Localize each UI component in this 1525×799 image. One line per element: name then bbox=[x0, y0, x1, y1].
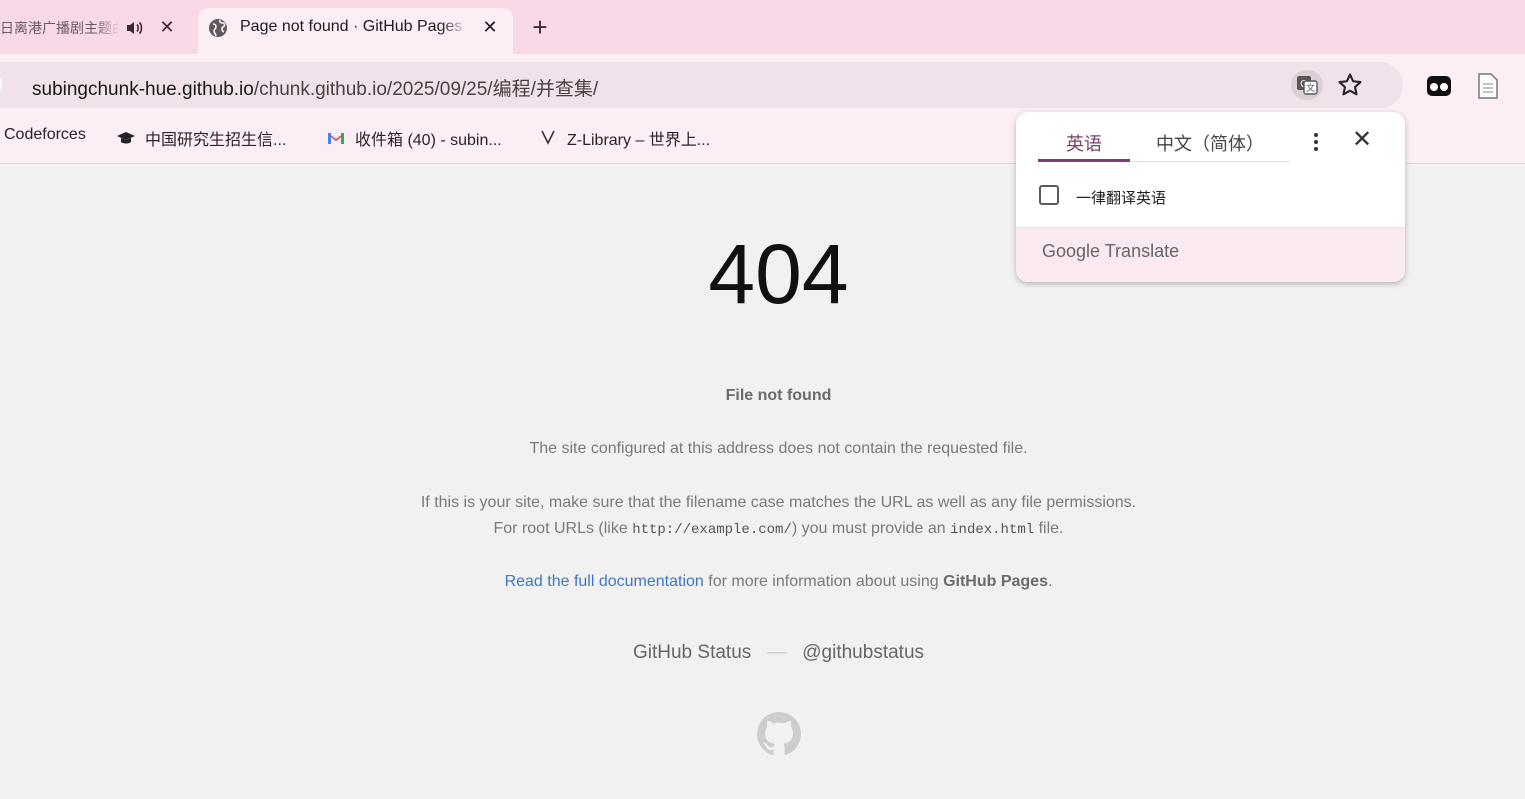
documentation-line: Read the full documentation for more inf… bbox=[0, 573, 1525, 591]
tab-title: Page not found · GitHub Pages bbox=[240, 18, 463, 35]
url-text[interactable]: subingchunk-hue.github.io/chunk.github.i… bbox=[32, 74, 598, 101]
always-translate-label: 一律翻译英语 bbox=[1076, 189, 1167, 207]
bookmark-label: 收件箱 (40) - subin... bbox=[355, 132, 502, 149]
bookmark-gmail[interactable]: 收件箱 (40) - subin... bbox=[326, 126, 502, 150]
address-bar[interactable]: subingchunk-hue.github.io/chunk.github.i… bbox=[0, 62, 1403, 108]
example-url-code: http://example.com/ bbox=[632, 522, 792, 538]
line3-c: file. bbox=[1034, 520, 1064, 537]
doc-rest: for more information about using bbox=[703, 573, 944, 590]
globe-icon bbox=[209, 19, 227, 37]
translate-wordmark: Translate bbox=[1104, 241, 1180, 261]
close-popup-icon[interactable]: ✕ bbox=[1350, 128, 1374, 152]
error-line-1: The site configured at this address does… bbox=[529, 440, 1028, 457]
gmail-icon bbox=[328, 133, 344, 144]
google-wordmark: Google bbox=[1042, 241, 1101, 261]
always-translate-checkbox[interactable] bbox=[1039, 185, 1059, 205]
bookmark-zlibrary[interactable]: Z-Library – 世界上... bbox=[538, 126, 710, 150]
close-tab-icon[interactable]: ✕ bbox=[157, 17, 177, 37]
svg-text:文: 文 bbox=[1306, 82, 1315, 94]
site-info-icon[interactable] bbox=[0, 72, 2, 98]
translate-popup: 英语 中文（简体） ✕ 一律翻译英语 Google Translate bbox=[1016, 112, 1405, 282]
githubstatus-link[interactable]: @githubstatus bbox=[802, 642, 924, 663]
google-translate-logo: Google Translate bbox=[1042, 241, 1179, 262]
toolbar: subingchunk-hue.github.io/chunk.github.i… bbox=[0, 54, 1525, 110]
tab-inactive[interactable]: 日离港广播剧主题曲 ✕ bbox=[0, 8, 196, 48]
error-line-3: For root URLs (like http://example.com/)… bbox=[0, 520, 1525, 538]
bookmark-label: Codeforces bbox=[4, 126, 86, 143]
github-pages-text: GitHub Pages bbox=[943, 573, 1048, 590]
bookmark-yanzhao[interactable]: 中国研究生招生信... bbox=[116, 126, 286, 150]
github-octocat-icon[interactable] bbox=[757, 712, 801, 756]
line3-b: ) you must provide an bbox=[791, 520, 951, 537]
graduation-cap-icon bbox=[117, 132, 135, 144]
star-icon[interactable] bbox=[1336, 71, 1364, 99]
line3-a: For root URLs (like bbox=[493, 520, 633, 537]
tab-source-language[interactable]: 英语 bbox=[1038, 130, 1130, 162]
separator: — bbox=[767, 642, 787, 663]
index-html-code: index.html bbox=[950, 522, 1035, 538]
url-path: /chunk.github.io/2025/09/25/编程/并查集/ bbox=[253, 79, 599, 100]
bookmark-codeforces[interactable]: Codeforces bbox=[4, 126, 86, 144]
document-icon[interactable] bbox=[1476, 72, 1500, 100]
bookmark-label: 中国研究生招生信... bbox=[145, 132, 287, 149]
speaker-icon[interactable] bbox=[124, 18, 144, 38]
url-host: subingchunk-hue.github.io bbox=[32, 79, 254, 100]
popup-footer: Google Translate bbox=[1016, 227, 1405, 282]
more-options-icon[interactable] bbox=[1304, 130, 1328, 154]
doc-end: . bbox=[1047, 573, 1053, 590]
status-links: GitHub Status — @githubstatus bbox=[0, 642, 1525, 664]
tab-title: 日离港广播剧主题曲 bbox=[0, 21, 120, 37]
translate-icon[interactable]: G 文 bbox=[1291, 70, 1323, 100]
tab-active[interactable]: Page not found · GitHub Pages ✕ bbox=[198, 8, 513, 54]
error-heading-text: File not found bbox=[725, 387, 832, 404]
new-tab-button[interactable]: + bbox=[528, 14, 552, 40]
error-line-2: If this is your site, make sure that the… bbox=[420, 494, 1137, 511]
tab-target-language[interactable]: 中文（简体） bbox=[1130, 130, 1290, 162]
bookmark-label: Z-Library – 世界上... bbox=[567, 132, 711, 149]
extension-icon[interactable] bbox=[1425, 72, 1453, 100]
zlibrary-icon bbox=[541, 130, 555, 145]
tab-strip: 日离港广播剧主题曲 ✕ Page not found · GitHub Page… bbox=[0, 0, 1525, 54]
error-heading: File not found bbox=[0, 387, 1525, 405]
documentation-link[interactable]: Read the full documentation bbox=[505, 573, 704, 590]
close-tab-icon[interactable]: ✕ bbox=[480, 17, 500, 37]
github-status-link[interactable]: GitHub Status bbox=[633, 642, 751, 663]
